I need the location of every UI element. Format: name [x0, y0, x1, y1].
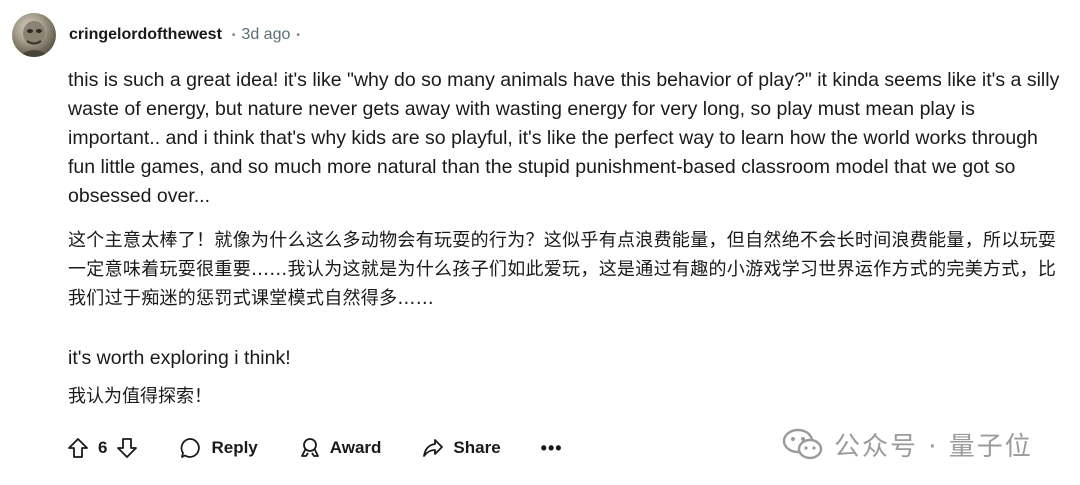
arrow-down-icon — [117, 438, 138, 458]
more-options-button[interactable]: ••• — [541, 438, 563, 459]
avatar[interactable] — [12, 13, 56, 57]
comment-header: cringelordofthewest • 3d ago • — [12, 12, 300, 58]
downvote-button[interactable] — [115, 436, 139, 460]
wechat-icon — [782, 428, 823, 460]
comment-paragraph-chinese: 我认为值得探索！ — [68, 386, 212, 407]
upvote-button[interactable] — [66, 436, 90, 460]
timestamp: 3d ago — [241, 26, 291, 43]
comment-paragraph-english: it's worth exploring i think! — [68, 347, 291, 369]
vote-count: 6 — [98, 438, 108, 457]
separator-dot: • — [231, 29, 236, 41]
award-icon — [300, 438, 319, 457]
comment-paragraph-english: this is such a great idea! it's like "wh… — [68, 69, 1060, 207]
watermark: 公众号 · 量子位 — [782, 424, 1033, 464]
share-label: Share — [453, 438, 501, 457]
comment: cringelordofthewest • 3d ago • this is s… — [0, 0, 1080, 485]
arrow-up-icon — [68, 438, 88, 458]
reply-button[interactable]: Reply — [179, 436, 258, 460]
username[interactable]: cringelordofthewest — [69, 26, 222, 44]
separator-dot: • — [296, 29, 300, 41]
share-arrow-icon — [423, 439, 444, 457]
watermark-text: 公众号 · 量子位 — [834, 431, 1033, 462]
share-button[interactable]: Share — [421, 436, 501, 460]
speech-bubble-icon — [181, 438, 201, 458]
comment-actions: 6 Reply Award Share ••• — [66, 430, 563, 466]
comment-body: this is such a great idea! it's like "wh… — [68, 66, 1068, 411]
award-label: Award — [329, 438, 382, 457]
reply-label: Reply — [211, 438, 258, 457]
award-button[interactable]: Award — [298, 436, 382, 460]
comment-paragraph-chinese: 这个主意太棒了！就像为什么这么多动物会有玩耍的行为？这似乎有点浪费能量，但自然绝… — [68, 230, 1057, 309]
